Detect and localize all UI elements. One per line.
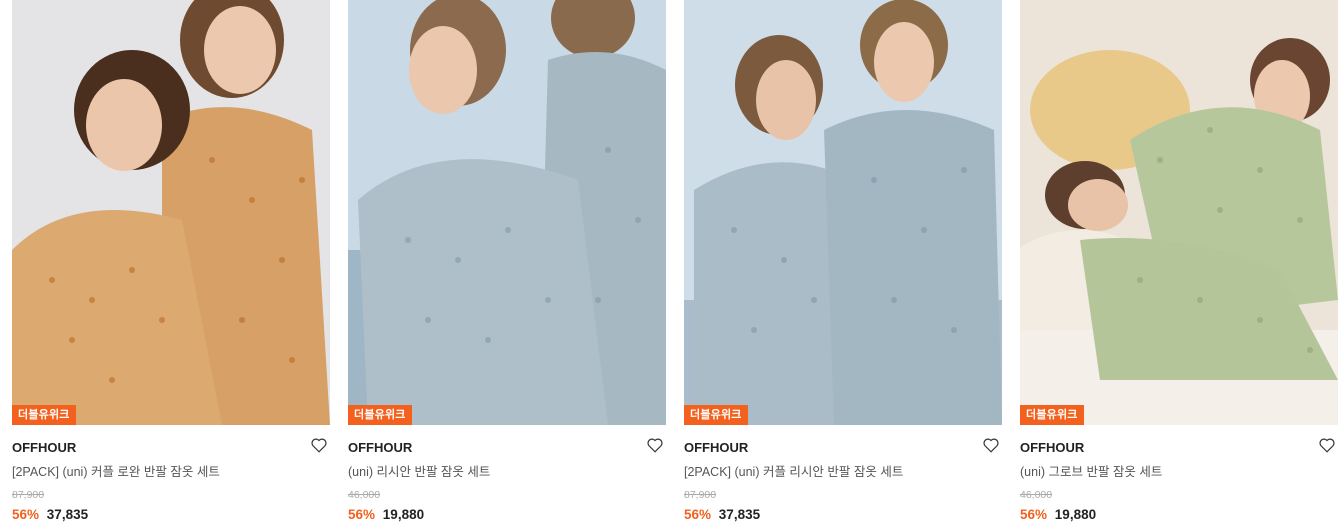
price-row: 56% 19,880 <box>1020 506 1338 524</box>
product-grid: 더블유위크 OFFHOUR [2PACK] (uni) 커플 로완 반팔 잠옷 … <box>12 0 1338 524</box>
product-photo <box>12 0 330 425</box>
brand-name[interactable]: OFFHOUR <box>1020 440 1338 456</box>
heart-icon[interactable] <box>646 436 664 454</box>
product-card[interactable]: 더블유위크 OFFHOUR (uni) 그로브 반팔 잠옷 세트 46,000 … <box>1020 0 1338 524</box>
price-row: 56% 19,880 <box>348 506 666 524</box>
original-price: 46,000 <box>1020 489 1053 501</box>
heart-icon[interactable] <box>982 436 1000 454</box>
brand-name[interactable]: OFFHOUR <box>684 440 1002 456</box>
product-photo <box>1020 0 1338 425</box>
product-name[interactable]: (uni) 그로브 반팔 잠옷 세트 <box>1020 464 1338 480</box>
product-name[interactable]: [2PACK] (uni) 커플 로완 반팔 잠옷 세트 <box>12 464 330 480</box>
price-row: 56% 37,835 <box>12 506 330 524</box>
product-image[interactable]: 더블유위크 <box>684 0 1002 425</box>
original-price: 46,000 <box>348 489 381 501</box>
discount-rate: 56% <box>348 507 376 522</box>
product-card[interactable]: 더블유위크 OFFHOUR (uni) 리시안 반팔 잠옷 세트 46,000 … <box>348 0 666 524</box>
product-photo <box>348 0 666 425</box>
promo-badge: 더블유위크 <box>1020 405 1084 425</box>
product-image[interactable]: 더블유위크 <box>12 0 330 425</box>
promo-badge: 더블유위크 <box>348 405 412 425</box>
brand-name[interactable]: OFFHOUR <box>12 440 330 456</box>
price-row: 56% 37,835 <box>684 506 1002 524</box>
discount-rate: 56% <box>12 507 40 522</box>
heart-icon[interactable] <box>310 436 328 454</box>
brand-name[interactable]: OFFHOUR <box>348 440 666 456</box>
discount-rate: 56% <box>1020 507 1048 522</box>
sale-price: 37,835 <box>46 507 89 522</box>
original-price: 87,900 <box>12 489 45 501</box>
product-card[interactable]: 더블유위크 OFFHOUR [2PACK] (uni) 커플 리시안 반팔 잠옷… <box>684 0 1002 524</box>
product-image[interactable]: 더블유위크 <box>348 0 666 425</box>
product-name[interactable]: [2PACK] (uni) 커플 리시안 반팔 잠옷 세트 <box>684 464 1002 480</box>
product-name[interactable]: (uni) 리시안 반팔 잠옷 세트 <box>348 464 666 480</box>
sale-price: 37,835 <box>718 507 761 522</box>
product-image[interactable]: 더블유위크 <box>1020 0 1338 425</box>
product-card[interactable]: 더블유위크 OFFHOUR [2PACK] (uni) 커플 로완 반팔 잠옷 … <box>12 0 330 524</box>
promo-badge: 더블유위크 <box>684 405 748 425</box>
sale-price: 19,880 <box>382 507 425 522</box>
heart-icon[interactable] <box>1318 436 1336 454</box>
product-photo <box>684 0 1002 425</box>
discount-rate: 56% <box>684 507 712 522</box>
original-price: 87,900 <box>684 489 717 501</box>
promo-badge: 더블유위크 <box>12 405 76 425</box>
sale-price: 19,880 <box>1054 507 1097 522</box>
